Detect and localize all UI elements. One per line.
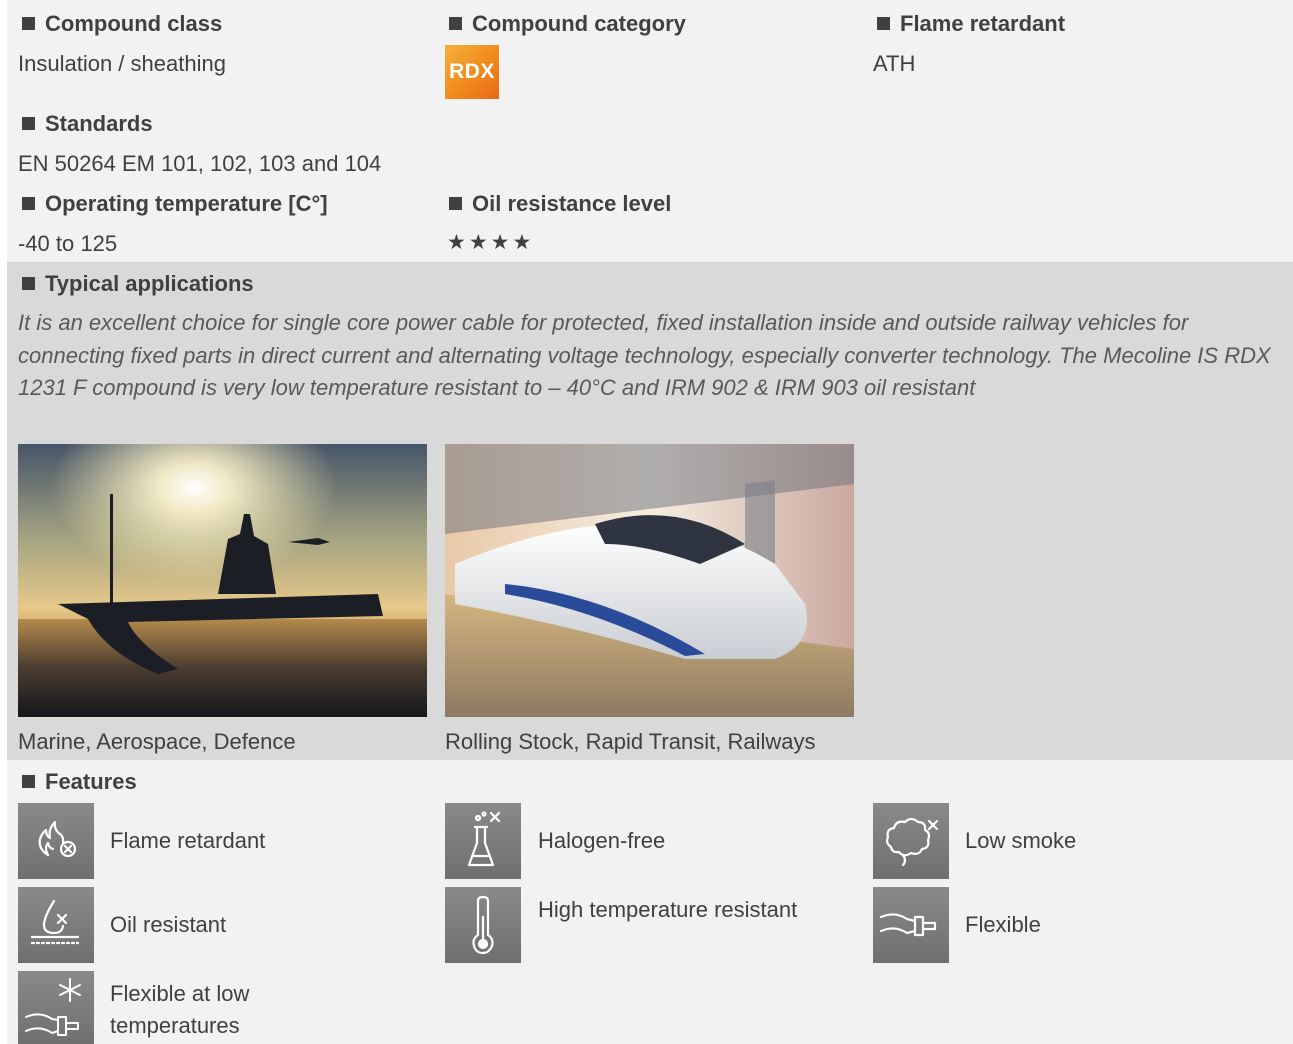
compound-class-heading: Compound class xyxy=(18,10,222,38)
oil-resistant-icon xyxy=(18,887,94,963)
properties-panel xyxy=(7,0,1293,262)
warship-sunset-photo xyxy=(18,444,427,717)
bullet-square-icon xyxy=(22,775,35,788)
flexible-low-temp-icon xyxy=(18,971,94,1044)
rdx-badge: RDX xyxy=(445,45,499,99)
feature-flexible-label: Flexible xyxy=(965,912,1041,937)
oil-resistance-heading: Oil resistance level xyxy=(445,190,671,218)
typical-applications-heading: Typical applications xyxy=(18,270,254,298)
features-heading: Features xyxy=(18,768,137,796)
feature-low-smoke-label: Low smoke xyxy=(965,828,1077,853)
bullet-square-icon xyxy=(22,277,35,290)
standards-heading: Standards xyxy=(18,110,153,138)
flexible-icon xyxy=(873,887,949,963)
standards-value: EN 50264 EM 101, 102, 103 and 104 xyxy=(18,151,382,176)
feature-halogen-free-label: Halogen-free xyxy=(538,828,666,853)
operating-temperature-heading: Operating temperature [C°] xyxy=(18,190,328,218)
bullet-square-icon xyxy=(22,17,35,30)
bullet-square-icon xyxy=(877,17,890,30)
bullet-square-icon xyxy=(22,117,35,130)
compound-class-value: Insulation / sheathing xyxy=(18,51,226,76)
high-speed-train-photo xyxy=(445,444,854,717)
feature-oil-resistant-label: Oil resistant xyxy=(110,912,227,937)
applications-description: It is an excellent choice for single cor… xyxy=(18,310,1271,400)
flame-retardant-heading: Flame retardant xyxy=(873,10,1065,38)
operating-temperature-value: -40 to 125 xyxy=(18,231,118,256)
marine-caption: Marine, Aerospace, Defence xyxy=(18,729,296,754)
flame-retardant-value: ATH xyxy=(873,51,916,76)
bullet-square-icon xyxy=(449,197,462,210)
bullet-square-icon xyxy=(22,197,35,210)
feature-flame-retardant-label: Flame retardant xyxy=(110,828,266,853)
oil-resistance-stars: ★★★★ xyxy=(447,231,535,254)
railway-caption: Rolling Stock, Rapid Transit, Railways xyxy=(445,729,816,754)
flame-retardant-icon xyxy=(18,803,94,879)
halogen-free-icon xyxy=(445,803,521,879)
feature-flexible-low-temp-label: Flexible at low temperatures xyxy=(110,981,250,1038)
low-smoke-icon xyxy=(873,803,949,879)
bullet-square-icon xyxy=(449,17,462,30)
feature-high-temperature-label: High temperature resistant xyxy=(538,897,798,922)
compound-category-heading: Compound category xyxy=(445,10,686,38)
product-sheet: Compound class Insulation / sheathing Co… xyxy=(0,0,1293,1044)
high-temperature-icon xyxy=(445,887,521,963)
